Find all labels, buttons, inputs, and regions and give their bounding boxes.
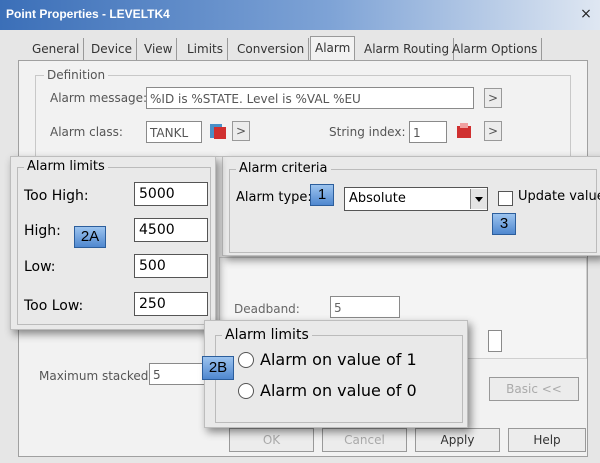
chevron-down-icon[interactable] — [470, 189, 487, 209]
ok-button[interactable]: OK — [229, 428, 314, 452]
update-value-checkbox[interactable] — [498, 191, 513, 206]
class-browse-icon[interactable] — [208, 121, 228, 141]
alarm-limits-overlay: Alarm limits Too High: 5000 High: 4500 L… — [10, 156, 216, 330]
too-low-label: Too Low: — [24, 298, 84, 314]
class-arrow-button[interactable]: > — [232, 121, 250, 141]
tab-conversion[interactable]: Conversion — [233, 38, 310, 60]
help-button[interactable]: Help — [508, 428, 586, 452]
max-stacked-label: Maximum stacked: — [39, 369, 153, 383]
digital-limits-overlay: Alarm limits Alarm on value of 1 Alarm o… — [204, 320, 468, 428]
callout-1: 1 — [310, 184, 334, 206]
alarm-message-label: Alarm message: — [50, 91, 148, 105]
tab-alarm[interactable]: Alarm — [310, 36, 356, 62]
tab-alarm-routing[interactable]: Alarm Routing — [360, 38, 455, 60]
high-label: High: — [24, 223, 61, 239]
low-label: Low: — [24, 259, 56, 275]
alarm-criteria-overlay: Alarm criteria Alarm type: Absolute Upda… — [222, 156, 600, 256]
callout-2b: 2B — [202, 356, 234, 380]
deadband-label: Deadband: — [234, 302, 300, 316]
high-field[interactable]: 4500 — [134, 218, 208, 242]
close-icon[interactable]: × — [578, 6, 594, 22]
callout-3: 3 — [492, 213, 516, 235]
value-1-radio[interactable] — [238, 352, 254, 368]
alarm-class-label: Alarm class: — [50, 125, 123, 139]
digital-limits-title: Alarm limits — [222, 327, 312, 343]
value-0-radio[interactable] — [238, 383, 254, 399]
too-low-field[interactable]: 250 — [134, 292, 208, 316]
string-arrow-button[interactable]: > — [484, 121, 502, 141]
string-browse-icon[interactable] — [454, 121, 474, 141]
value-1-label: Alarm on value of 1 — [260, 350, 417, 369]
update-value-label: Update value — [518, 189, 600, 204]
tab-general[interactable]: General — [28, 38, 85, 60]
tab-view[interactable]: View — [140, 38, 178, 60]
definition-group: Definition Alarm message: %ID is %STATE.… — [35, 68, 571, 157]
alarm-limits-title: Alarm limits — [24, 159, 108, 174]
alarm-message-field[interactable]: %ID is %STATE. Level is %VAL %EU — [146, 87, 474, 109]
basic-button[interactable]: Basic << — [489, 377, 579, 401]
title-bar: Point Properties - LEVELTK4 × — [0, 0, 600, 30]
alarm-criteria-group: Alarm criteria Alarm type: Absolute Upda… — [229, 161, 600, 253]
alarm-limits-group: Alarm limits Too High: 5000 High: 4500 L… — [17, 159, 211, 325]
max-stacked-field[interactable]: 5 — [149, 363, 209, 385]
callout-2a: 2A — [74, 226, 106, 248]
alarm-class-field[interactable]: TANKL — [146, 121, 202, 143]
low-field[interactable]: 500 — [134, 254, 208, 278]
apply-button[interactable]: Apply — [415, 428, 500, 452]
digital-limits-group: Alarm limits Alarm on value of 1 Alarm o… — [215, 327, 463, 423]
string-index-field[interactable]: 1 — [409, 121, 447, 143]
alarm-criteria-title: Alarm criteria — [236, 161, 331, 176]
message-arrow-button[interactable]: > — [484, 88, 502, 108]
tab-limits[interactable]: Limits — [183, 38, 228, 60]
properties-window: Point Properties - LEVELTK4 × General De… — [0, 0, 600, 463]
window-title: Point Properties - LEVELTK4 — [6, 7, 170, 21]
tab-alarm-options[interactable]: Alarm Options — [448, 38, 543, 60]
too-high-field[interactable]: 5000 — [134, 182, 208, 206]
too-high-label: Too High: — [24, 188, 89, 204]
definition-group-title: Definition — [44, 68, 109, 82]
tab-device[interactable]: Device — [87, 38, 138, 60]
string-index-label: String index: — [329, 125, 406, 139]
cancel-button[interactable]: Cancel — [322, 428, 407, 452]
hidden-field-edge — [488, 330, 502, 352]
alarm-type-label: Alarm type: — [236, 190, 312, 205]
deadband-field[interactable]: 5 — [330, 296, 400, 318]
alarm-type-select[interactable]: Absolute — [344, 187, 488, 211]
value-0-label: Alarm on value of 0 — [260, 381, 417, 400]
